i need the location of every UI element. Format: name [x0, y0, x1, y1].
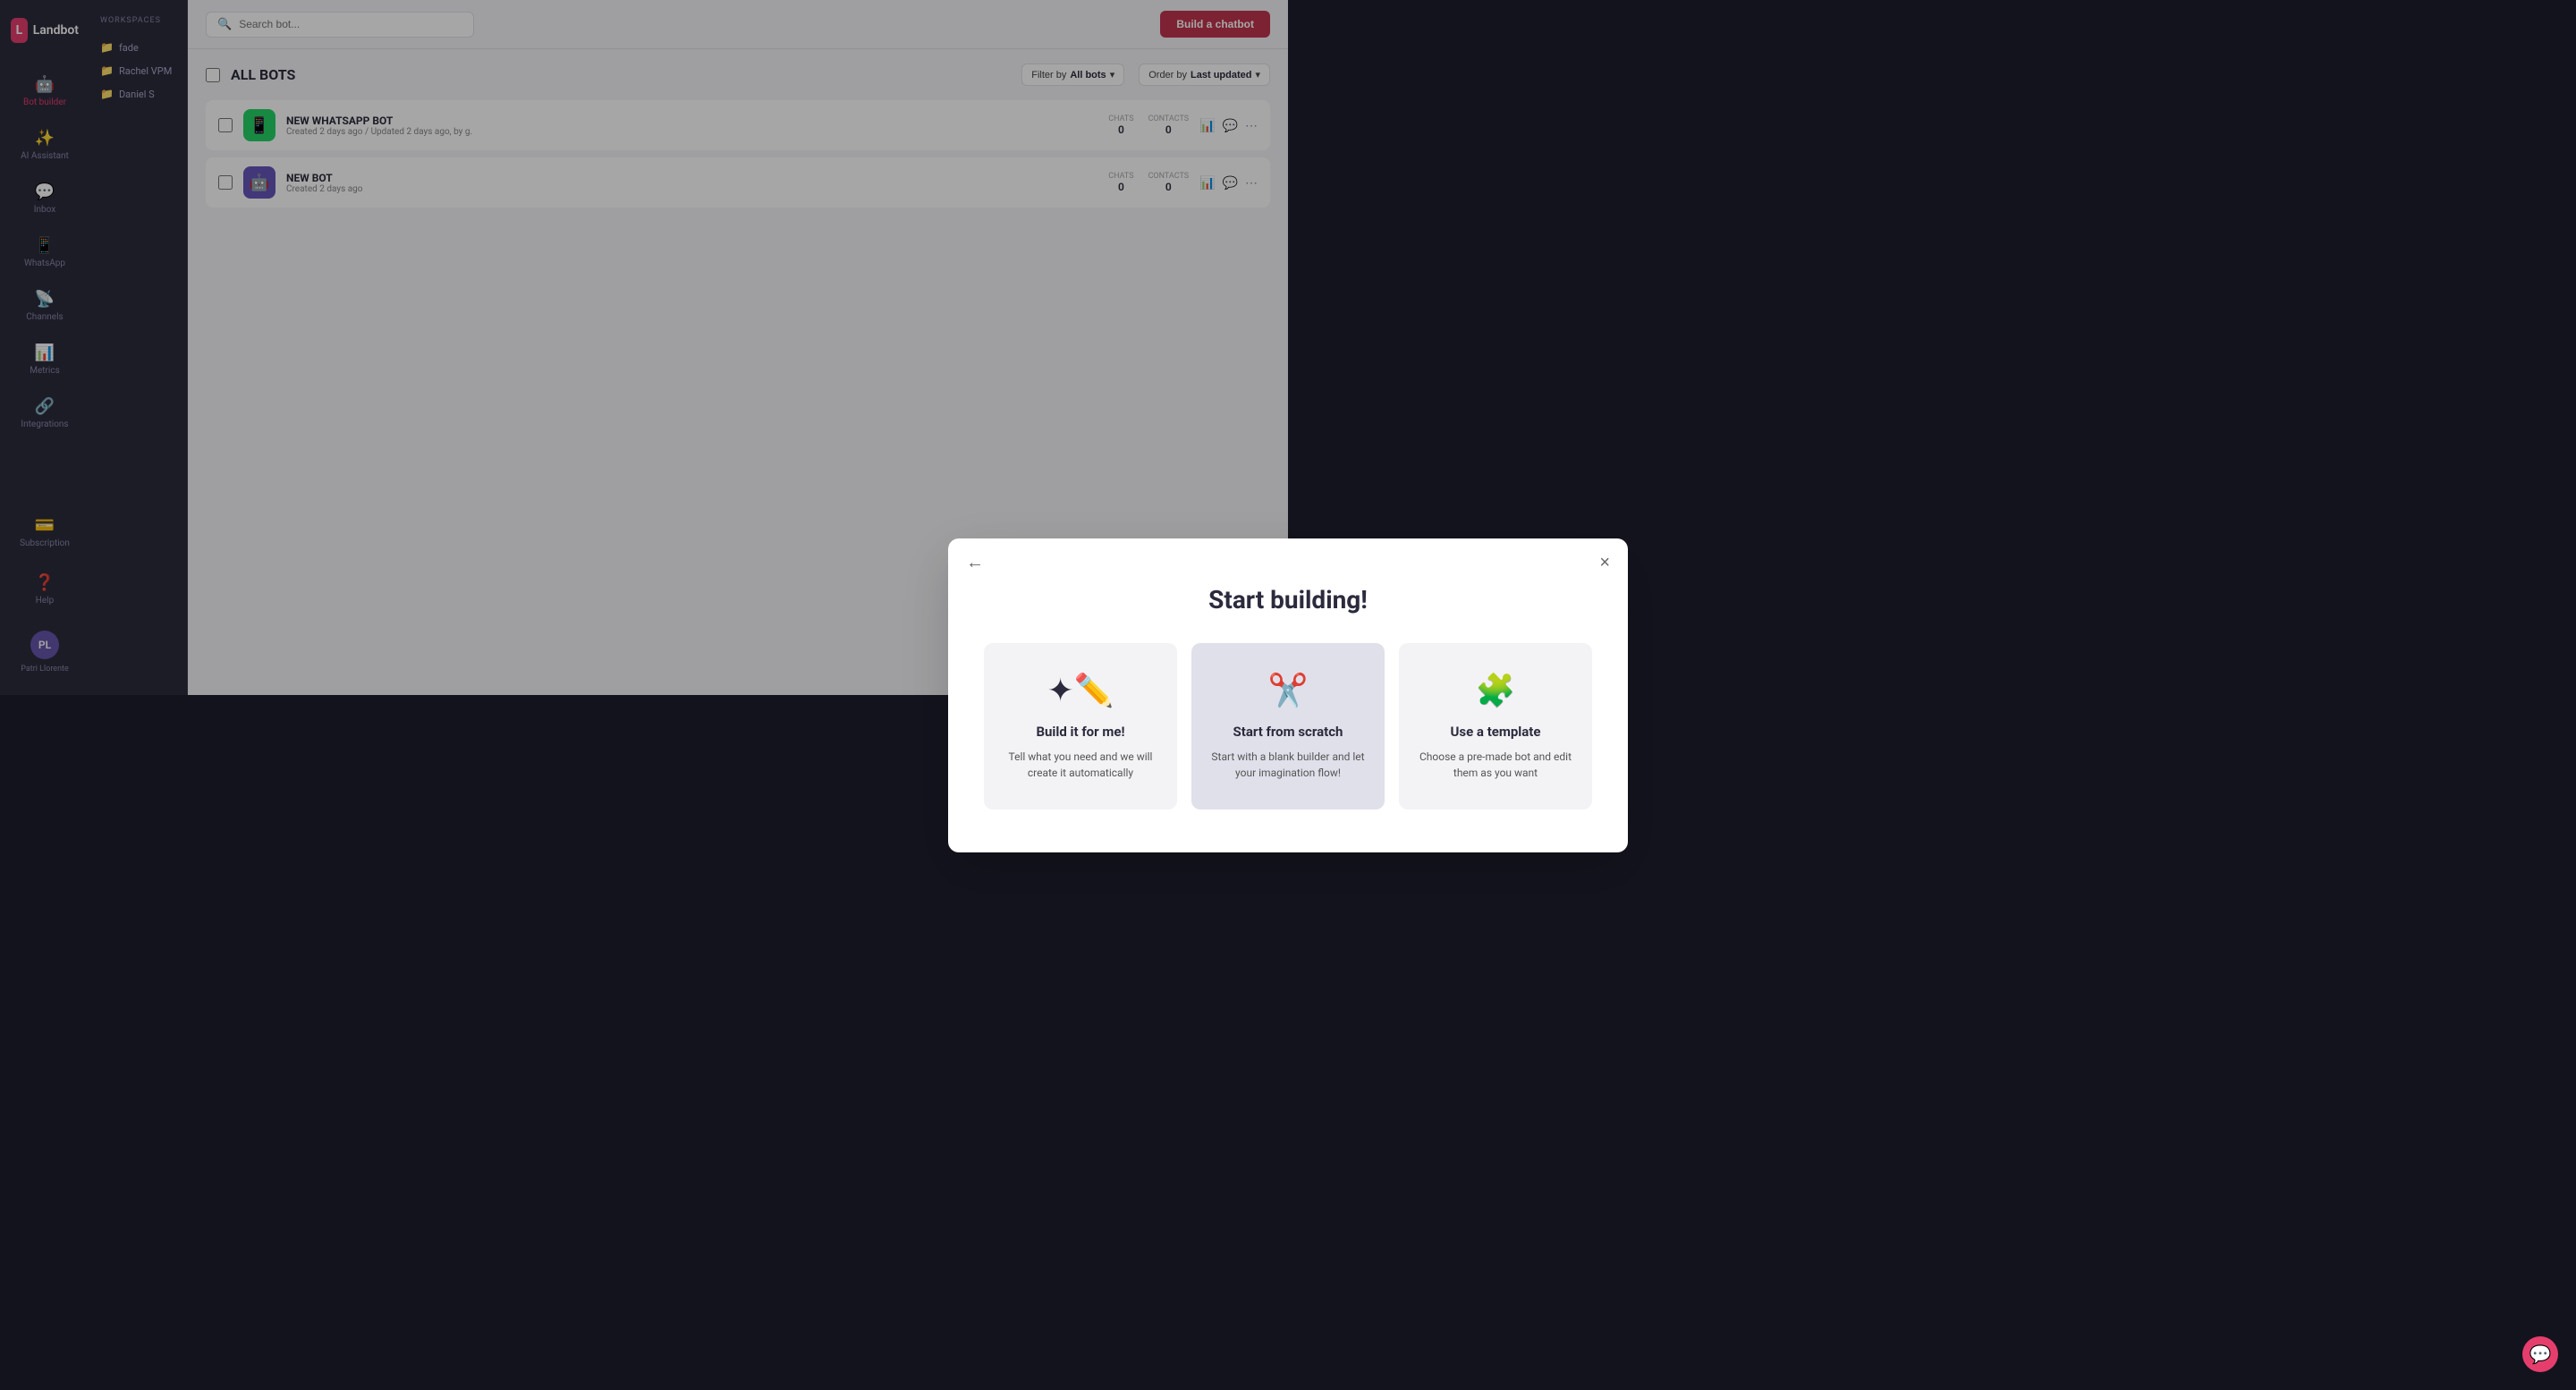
card-title: Use a template — [1451, 724, 1541, 740]
modal-close-button[interactable]: × — [1599, 553, 1610, 573]
card-desc: Start with a blank builder and let your … — [1209, 749, 1367, 781]
from-scratch-icon: ✂️ — [1268, 672, 1309, 709]
card-build-for-me[interactable]: ✦✏️ Build it for me! Tell what you need … — [984, 643, 1177, 809]
card-title: Start from scratch — [1233, 724, 1343, 740]
card-from-scratch[interactable]: ✂️ Start from scratch Start with a blank… — [1191, 643, 1385, 809]
modal-overlay[interactable]: ← × Start building! ✦✏️ Build it for me!… — [0, 0, 2576, 1390]
modal-cards: ✦✏️ Build it for me! Tell what you need … — [984, 643, 1592, 809]
use-template-icon: 🧩 — [1476, 672, 1516, 709]
card-title: Build it for me! — [1036, 724, 1124, 740]
modal-back-button[interactable]: ← — [966, 553, 984, 573]
modal-title: Start building! — [984, 585, 1592, 614]
card-use-template[interactable]: 🧩 Use a template Choose a pre-made bot a… — [1399, 643, 1592, 809]
card-desc: Choose a pre-made bot and edit them as y… — [1417, 749, 1574, 781]
card-desc: Tell what you need and we will create it… — [1002, 749, 1159, 781]
modal-dialog: ← × Start building! ✦✏️ Build it for me!… — [948, 538, 1628, 852]
build-for-me-icon: ✦✏️ — [1047, 672, 1114, 709]
chat-widget-button[interactable]: 💬 — [2522, 1336, 2558, 1372]
